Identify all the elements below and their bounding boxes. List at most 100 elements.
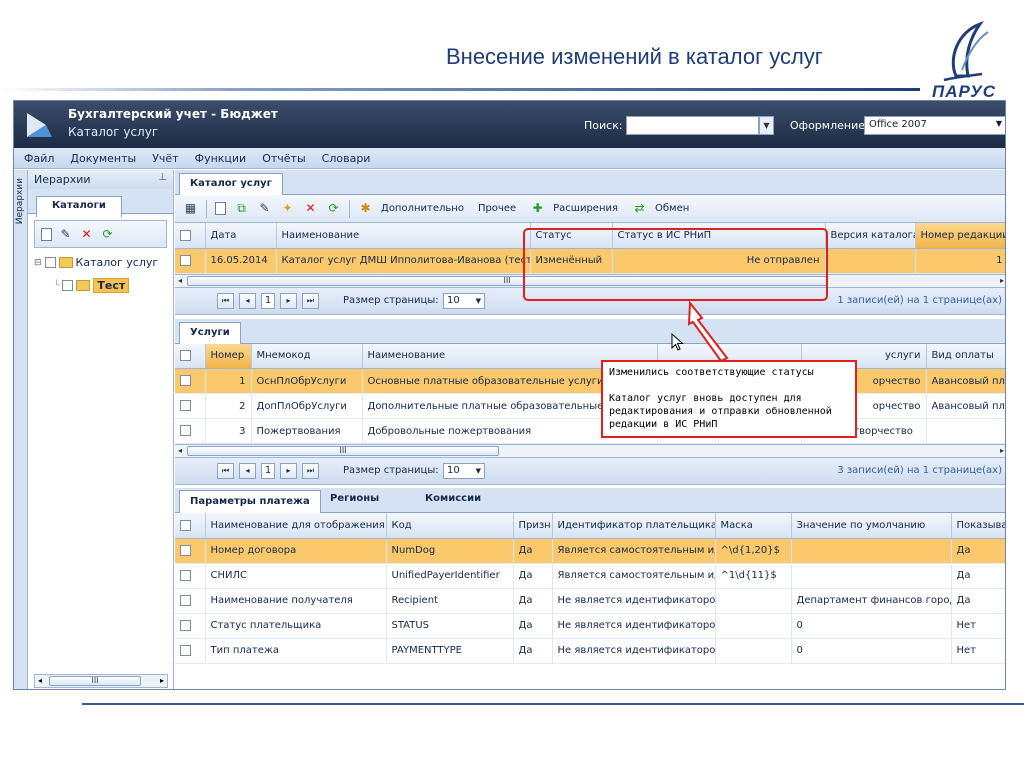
tree-checkbox[interactable] <box>44 257 56 268</box>
app-module-title: Каталог услуг <box>68 125 159 139</box>
row-checkbox[interactable] <box>175 248 206 274</box>
column-header[interactable]: Вид оплаты <box>926 343 1005 369</box>
column-header[interactable]: Наименование <box>276 223 531 249</box>
scroll-left-icon[interactable]: ◂ <box>178 276 182 285</box>
page-number[interactable]: 1 <box>261 292 275 309</box>
edit-icon[interactable]: ✎ <box>58 227 73 242</box>
last-page-button[interactable]: ⏭ <box>302 463 319 479</box>
next-page-button[interactable]: ▸ <box>280 292 297 309</box>
open-folder-icon[interactable]: ✦ <box>280 201 295 216</box>
row-checkbox[interactable] <box>175 563 206 589</box>
new-document-icon[interactable] <box>41 227 52 241</box>
cell-revision: 1 <box>915 248 1005 274</box>
column-header[interactable]: Маска <box>715 513 792 539</box>
tree-item[interactable]: └ Тест <box>54 278 130 293</box>
row-checkbox[interactable] <box>175 393 206 419</box>
column-header[interactable]: Код <box>386 513 514 539</box>
header-checkbox[interactable] <box>175 343 206 369</box>
next-page-button[interactable]: ▸ <box>280 463 297 479</box>
tree-checkbox[interactable] <box>62 280 74 291</box>
column-header[interactable]: Наименование для отображения в <box>205 513 387 539</box>
gear-icon: ✱ <box>360 201 371 215</box>
exchange-icon: ⇄ <box>634 201 645 215</box>
additional-menu-button[interactable]: Дополнительно <box>381 203 464 214</box>
menu-accounting[interactable]: Учёт <box>144 152 186 165</box>
pin-icon[interactable]: ⊥ <box>158 172 167 183</box>
services-hscroll[interactable]: ◂ III ▸ <box>175 444 1005 458</box>
tab-payment-params[interactable]: Параметры платежа <box>179 490 321 513</box>
table-row[interactable]: СНИЛС UnifiedPayerIdentifier Да Является… <box>175 563 1005 589</box>
extensions-menu-button[interactable]: Расширения <box>553 203 618 214</box>
table-row[interactable]: Наименование получателя Recipient Да Не … <box>175 588 1005 614</box>
delete-icon[interactable]: ✕ <box>79 227 94 242</box>
column-header[interactable]: Мнемокод <box>251 343 363 369</box>
tab-catalogs[interactable]: Каталоги <box>36 196 122 217</box>
edit-icon[interactable]: ✎ <box>257 201 272 216</box>
menu-reports[interactable]: Отчёты <box>254 152 313 165</box>
header-divider <box>0 88 920 91</box>
tab-regions[interactable]: Регионы <box>330 493 379 504</box>
cell-show: Нет <box>951 638 1005 664</box>
row-checkbox[interactable] <box>175 638 206 664</box>
row-checkbox[interactable] <box>175 368 206 394</box>
column-header[interactable]: Версия каталога <box>825 223 916 249</box>
menu-documents[interactable]: Документы <box>62 152 144 165</box>
theme-select[interactable]: Office 2007 ▼ <box>864 116 1005 135</box>
table-row[interactable]: Тип платежа PAYMENTTYPE Да Не является и… <box>175 638 1005 664</box>
column-header[interactable]: Показыва <box>951 513 1005 539</box>
scroll-left-icon[interactable]: ◂ <box>38 676 42 685</box>
tab-services[interactable]: Услуги <box>179 321 241 344</box>
delete-icon[interactable]: ✕ <box>303 201 318 216</box>
cell-identifier: Является самостоятельным иде <box>552 538 716 564</box>
column-header[interactable]: Номер редакции <box>915 223 1005 249</box>
tree-expander-icon[interactable]: ⊟ <box>34 258 42 268</box>
scroll-left-icon[interactable]: ◂ <box>178 446 182 455</box>
table-row[interactable]: Статус плательщика STATUS Да Не является… <box>175 613 1005 639</box>
new-document-icon[interactable] <box>215 202 226 215</box>
first-page-button[interactable]: ⏮ <box>217 463 234 479</box>
column-header[interactable]: Призн <box>513 513 553 539</box>
scroll-right-icon[interactable]: ▸ <box>1000 276 1004 285</box>
scroll-thumb[interactable]: III <box>49 676 141 686</box>
row-checkbox[interactable] <box>175 588 206 614</box>
tab-commissions[interactable]: Комиссии <box>425 493 481 504</box>
refresh-icon[interactable]: ⟳ <box>100 227 115 242</box>
row-checkbox[interactable] <box>175 418 206 444</box>
select-all-icon[interactable]: ▦ <box>183 201 198 216</box>
page-size-select[interactable]: 10 ▼ <box>443 292 485 309</box>
page-number[interactable]: 1 <box>261 463 275 479</box>
row-checkbox[interactable] <box>175 538 206 564</box>
exchange-menu-button[interactable]: Обмен <box>655 203 689 214</box>
menu-file[interactable]: Файл <box>16 152 62 165</box>
other-menu-button[interactable]: Прочее <box>478 203 516 214</box>
scroll-right-icon[interactable]: ▸ <box>160 676 164 685</box>
menu-functions[interactable]: Функции <box>187 152 255 165</box>
header-checkbox[interactable] <box>175 513 206 539</box>
tree-item[interactable]: ⊟ Каталог услуг <box>34 256 158 269</box>
table-row[interactable]: 3 Пожертвования Добровольные пожертвован… <box>175 418 1005 444</box>
column-header[interactable]: Дата <box>205 223 277 249</box>
scroll-thumb[interactable]: III <box>187 446 499 456</box>
tab-service-catalog[interactable]: Каталог услуг <box>179 173 283 195</box>
search-dropdown-button[interactable]: ▼ <box>759 116 774 135</box>
first-page-button[interactable]: ⏮ <box>217 292 234 309</box>
page-size-select[interactable]: 10 ▼ <box>443 463 485 479</box>
column-header[interactable]: Идентификатор плательщика <box>552 513 716 539</box>
prev-page-button[interactable]: ◂ <box>239 292 256 309</box>
prev-page-button[interactable]: ◂ <box>239 463 256 479</box>
table-row[interactable]: 1 ОснПлОбрУслуги Основные платные образо… <box>175 368 1005 394</box>
row-checkbox[interactable] <box>175 613 206 639</box>
refresh-icon[interactable]: ⟳ <box>326 201 341 216</box>
menu-dictionaries[interactable]: Словари <box>314 152 379 165</box>
column-header[interactable]: Номер <box>205 343 252 369</box>
column-header[interactable]: Значение по умолчанию <box>791 513 952 539</box>
last-page-button[interactable]: ⏭ <box>302 292 319 309</box>
header-checkbox[interactable] <box>175 223 206 249</box>
table-row[interactable]: Номер договора NumDog Да Является самост… <box>175 538 1005 564</box>
scroll-right-icon[interactable]: ▸ <box>1000 446 1004 455</box>
hierarchy-scrollbar[interactable]: ◂ III ▸ <box>34 674 168 688</box>
search-input[interactable] <box>626 116 759 135</box>
hierarchy-vertical-tab[interactable]: Иерархии <box>14 170 28 689</box>
copy-icon[interactable]: ⧉ <box>234 201 249 216</box>
table-row[interactable]: 2 ДопПлОбрУслуги Дополнительные платные … <box>175 393 1005 419</box>
